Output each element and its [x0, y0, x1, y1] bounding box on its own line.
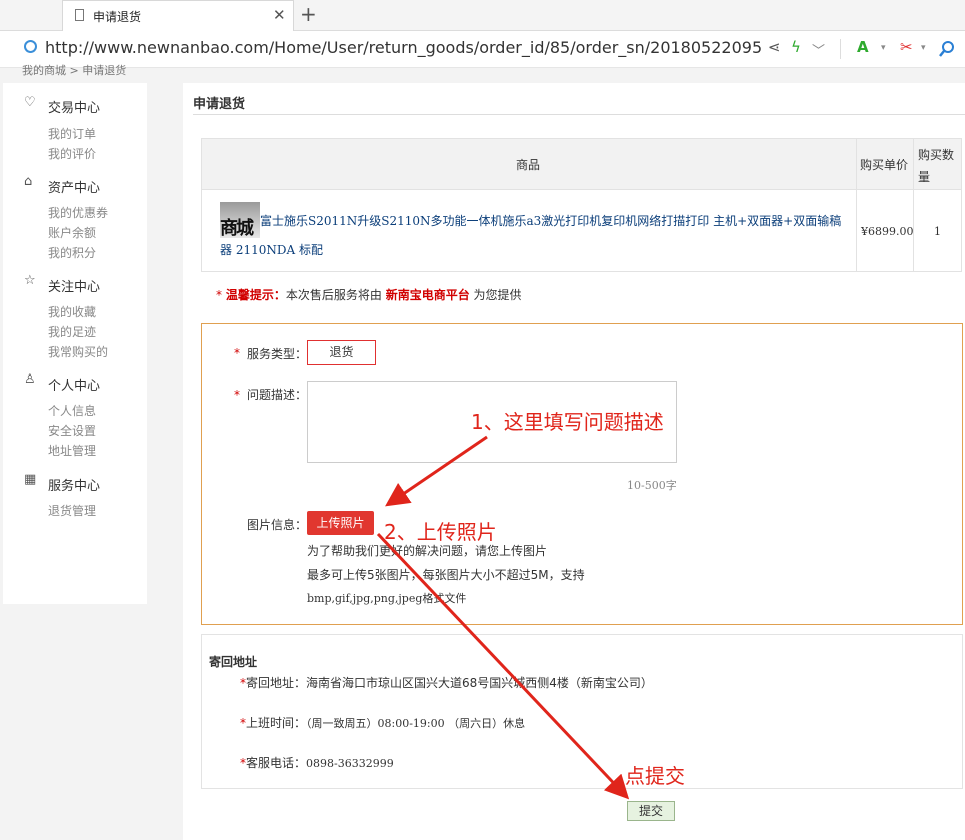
annotation-step-1: 1、这里填写问题描述 — [471, 410, 664, 434]
annotation-step-2: 2、上传照片 — [384, 520, 497, 544]
arrow-to-upload — [385, 435, 488, 507]
annotation-step-3: 点提交 — [625, 764, 685, 788]
arrow-to-submit — [376, 532, 630, 800]
